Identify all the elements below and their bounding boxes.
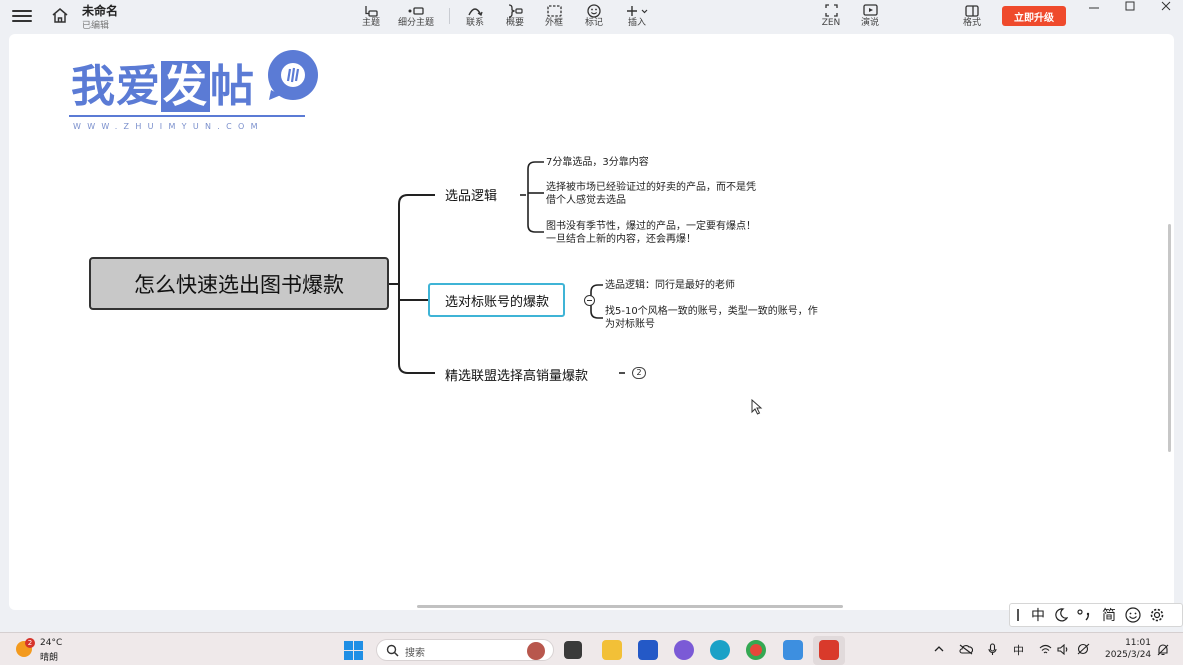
- close-window-button[interactable]: [1148, 0, 1183, 12]
- boundary-button[interactable]: 外框: [543, 3, 565, 31]
- ime-toolbar: 中 简: [1009, 603, 1183, 627]
- smiley-icon: [587, 3, 601, 18]
- wifi-icon[interactable]: [1039, 644, 1052, 655]
- mouse-cursor-icon: [751, 399, 763, 415]
- weather-notification-badge: 2: [25, 638, 35, 648]
- copilot-icon[interactable]: [674, 640, 694, 660]
- system-clock[interactable]: 11:01 2025/3/24: [1105, 637, 1151, 661]
- relationship-button[interactable]: 联系: [464, 3, 486, 31]
- summary-brace-icon: [508, 3, 523, 18]
- xmind-app-icon[interactable]: [819, 640, 839, 660]
- mindmap-canvas[interactable]: 我爱发帖 WWW.ZHUIMYUN.COM 怎么快速选出图书爆款 选品逻辑 7分…: [9, 34, 1174, 610]
- microsoft-store-icon[interactable]: [638, 640, 658, 660]
- relationship-arrow-icon: [468, 7, 483, 16]
- search-placeholder: 搜索: [405, 648, 425, 659]
- leaf-selection-ratio[interactable]: 7分靠选品，3分靠内容: [546, 156, 649, 169]
- branch-alliance-bestsellers[interactable]: 精选联盟选择高销量爆款: [445, 365, 588, 384]
- photos-app-icon[interactable]: [783, 640, 803, 660]
- pitch-mode-button[interactable]: 演说: [859, 3, 881, 31]
- clock-date: 2025/3/24: [1105, 650, 1152, 660]
- document-status: 已编辑: [82, 21, 110, 31]
- minimize-window-button[interactable]: [1076, 0, 1112, 12]
- maximize-window-button[interactable]: [1112, 0, 1148, 12]
- summary-button[interactable]: 概要: [504, 3, 526, 31]
- mindmap-connectors: [389, 161, 625, 374]
- presentation-play-icon: [862, 4, 878, 16]
- format-panel-button[interactable]: 格式: [961, 3, 983, 31]
- ime-chinese-mode[interactable]: 中: [1031, 605, 1045, 625]
- format-panel-icon: [965, 4, 979, 17]
- input-language-indicator[interactable]: 中: [1013, 642, 1024, 658]
- chrome-browser-icon[interactable]: [746, 640, 766, 660]
- subtopic-icon: [408, 6, 424, 15]
- leaf-peers-teacher[interactable]: 选品逻辑：同行是最好的老师: [605, 279, 735, 292]
- leaf-market-verified[interactable]: 选择被市场已经验证过的好卖的产品，而不是凭 借个人感觉去选品: [546, 181, 756, 207]
- top-toolbar: 未命名 已编辑 主题 细分主题 联系 概要 外框 标记 插入 ZEN 演说 格式: [0, 0, 1183, 34]
- task-view-icon[interactable]: [564, 641, 582, 659]
- plus-chevron-icon: [627, 5, 648, 16]
- search-highlight-icon: [527, 642, 545, 660]
- leaf-find-accounts[interactable]: 找5-10个风格一致的账号，类型一致的账号，作 为对标账号: [605, 305, 818, 331]
- settings-gear-icon[interactable]: [1149, 607, 1165, 623]
- notification-bell-icon[interactable]: [1157, 643, 1169, 656]
- close-icon: [1161, 1, 1171, 11]
- insert-button[interactable]: 插入: [624, 3, 650, 31]
- emoji-icon[interactable]: [1125, 607, 1141, 623]
- ime-handle-icon[interactable]: [1015, 608, 1023, 622]
- edge-browser-icon[interactable]: [710, 640, 730, 660]
- maximize-icon: [1125, 1, 1135, 11]
- moon-halfwidth-icon[interactable]: [1054, 608, 1068, 622]
- windows-taskbar: 2 24°C 晴朗 搜索 中 11:01 2025/3/24: [0, 632, 1183, 665]
- windows-start-icon[interactable]: [344, 641, 363, 660]
- clock-time: 11:01: [1125, 638, 1151, 648]
- vertical-scrollbar[interactable]: [1168, 224, 1171, 452]
- minimize-icon: [1089, 7, 1099, 9]
- fullscreen-corners-icon: [824, 4, 838, 17]
- file-explorer-icon[interactable]: [602, 640, 622, 660]
- branch-selection-logic[interactable]: 选品逻辑: [445, 185, 497, 204]
- network-sync-icon[interactable]: [1077, 643, 1091, 656]
- toolbar-divider: [449, 8, 450, 24]
- search-icon: [386, 644, 399, 657]
- volume-icon[interactable]: [1057, 644, 1070, 655]
- collapse-toggle-button[interactable]: [584, 295, 595, 306]
- document-title[interactable]: 未命名: [82, 2, 118, 19]
- weather-temperature[interactable]: 24°C: [40, 638, 62, 648]
- leaf-no-seasonality[interactable]: 图书没有季节性，爆过的产品，一定要有爆点！ 一旦结合上新的内容，还会再爆！: [546, 220, 756, 246]
- onedrive-offline-icon[interactable]: [959, 644, 973, 655]
- collapsed-children-badge[interactable]: 2: [632, 367, 646, 379]
- boundary-icon: [546, 4, 562, 17]
- marker-button[interactable]: 标记: [583, 3, 605, 31]
- branch-benchmark-accounts[interactable]: 选对标账号的爆款: [428, 283, 566, 317]
- hamburger-menu-icon[interactable]: [12, 8, 32, 24]
- ime-simplified-mode[interactable]: 简: [1102, 605, 1116, 625]
- taskbar-search-input[interactable]: 搜索: [376, 639, 554, 661]
- tray-chevron-up-icon[interactable]: [934, 645, 944, 653]
- weather-condition[interactable]: 晴朗: [40, 650, 58, 663]
- subtopic-button[interactable]: 细分主题: [396, 3, 436, 31]
- zen-mode-button[interactable]: ZEN: [820, 3, 842, 31]
- home-icon[interactable]: [50, 6, 70, 26]
- topic-icon: [365, 5, 378, 17]
- topic-button[interactable]: 主题: [360, 3, 382, 31]
- horizontal-scrollbar[interactable]: [417, 605, 843, 608]
- upgrade-button[interactable]: 立即升级: [1002, 6, 1066, 26]
- central-topic[interactable]: 怎么快速选出图书爆款: [89, 257, 389, 310]
- microphone-icon[interactable]: [988, 643, 997, 656]
- punctuation-icon[interactable]: [1077, 608, 1093, 622]
